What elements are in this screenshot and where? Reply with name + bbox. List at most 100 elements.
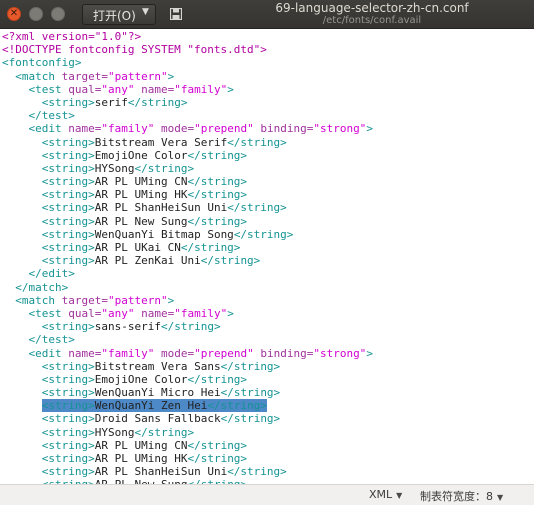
code-token: <?xml version="1.0"?> xyxy=(2,30,142,43)
code-token: <edit xyxy=(28,346,69,360)
code-token: <string> xyxy=(41,438,95,452)
code-token: <!DOCTYPE fontconfig SYSTEM "fonts.dtd"> xyxy=(2,43,267,57)
code-token: WenQuanYi Micro Hei xyxy=(94,386,221,400)
code-token: <string> xyxy=(41,175,95,189)
code-line[interactable]: </edit> xyxy=(2,267,373,280)
close-button[interactable]: ✕ xyxy=(7,7,21,21)
code-line[interactable]: <string>sans-serif</string> xyxy=(2,320,373,333)
code-line[interactable]: <string>EmojiOne Color</string> xyxy=(2,373,373,386)
code-line[interactable]: <edit name="family" mode="prepend" bindi… xyxy=(2,122,373,135)
code-token: qual= xyxy=(68,306,102,320)
open-button[interactable]: 打开(O) ▼ xyxy=(82,4,156,25)
code-line[interactable]: <string>AR PL ZenKai Uni</string> xyxy=(2,254,373,267)
code-line[interactable]: </match> xyxy=(2,281,373,294)
code-view[interactable]: <?xml version="1.0"?> <!DOCTYPE fontconfi… xyxy=(2,30,373,484)
code-token: <string> xyxy=(41,188,95,202)
code-line[interactable]: <string>WenQuanYi Micro Hei</string> xyxy=(2,386,373,399)
code-line[interactable]: <string>AR PL ShanHeiSun Uni</string> xyxy=(2,465,373,478)
code-line[interactable]: <!DOCTYPE fontconfig SYSTEM "fonts.dtd"> xyxy=(2,43,373,56)
code-token: HYSong xyxy=(94,161,135,175)
code-token: <string> xyxy=(41,135,95,149)
caret-down-icon: ▼ xyxy=(497,493,504,502)
code-line[interactable]: <string>AR PL ShanHeiSun Uni</string> xyxy=(2,201,373,214)
code-line[interactable]: </test> xyxy=(2,333,373,346)
code-token: </string> xyxy=(134,425,195,439)
code-line[interactable]: <string>WenQuanYi Zen Hei</string> xyxy=(2,399,373,413)
code-line[interactable]: <string>HYSong</string> xyxy=(2,426,373,439)
code-line[interactable]: <string>serif</string> xyxy=(2,96,373,109)
maximize-button[interactable] xyxy=(51,7,65,21)
code-token: name= xyxy=(68,122,102,136)
language-selector[interactable]: XML ▼ xyxy=(369,488,402,501)
code-line[interactable]: <fontconfig> xyxy=(2,56,373,69)
code-line[interactable]: <edit name="family" mode="prepend" bindi… xyxy=(2,347,373,360)
code-token: </string> xyxy=(227,201,287,215)
code-token: HYSong xyxy=(94,425,135,439)
tab-width-selector[interactable]: 制表符宽度：8 ▼ xyxy=(420,488,503,504)
code-token: <string> xyxy=(41,227,95,241)
code-token: > xyxy=(366,122,373,136)
code-token: </test> xyxy=(28,109,75,123)
code-token: mode= xyxy=(160,346,195,360)
code-token: > xyxy=(366,346,373,360)
code-line[interactable]: <match target="pattern"> xyxy=(2,70,373,83)
code-token: <string> xyxy=(41,386,95,400)
code-token: </string> xyxy=(233,227,294,241)
code-line[interactable]: <string>AR PL UKai CN</string> xyxy=(2,241,373,254)
code-line[interactable]: <?xml version="1.0"?> xyxy=(2,30,373,43)
caret-down-icon: ▼ xyxy=(396,491,403,500)
code-token: "family" xyxy=(101,346,155,360)
code-line[interactable]: <string>AR PL UMing CN</string> xyxy=(2,439,373,452)
code-token: </test> xyxy=(28,333,75,347)
code-token: </string> xyxy=(187,148,248,162)
code-line[interactable]: <string>Bitstream Vera Serif</string> xyxy=(2,136,373,149)
save-icon[interactable] xyxy=(170,8,182,20)
minimize-button[interactable] xyxy=(29,7,43,21)
code-line[interactable]: <string>AR PL UMing HK</string> xyxy=(2,188,373,201)
code-line[interactable]: <test qual="any" name="family"> xyxy=(2,83,373,96)
code-token: "family" xyxy=(174,306,228,320)
code-token: </string> xyxy=(127,95,188,109)
code-token: </string> xyxy=(187,452,248,465)
code-line[interactable]: <string>Droid Sans Fallback</string> xyxy=(2,412,373,425)
code-token: AR PL UKai CN xyxy=(94,241,181,254)
code-token: <string> xyxy=(41,254,95,268)
text-editor[interactable]: <?xml version="1.0"?> <!DOCTYPE fontconfi… xyxy=(0,29,534,484)
code-line[interactable]: <string>AR PL New Sung</string> xyxy=(2,215,373,228)
code-token: "strong" xyxy=(313,122,367,136)
code-line[interactable]: <string>AR PL UMing HK</string> xyxy=(2,452,373,465)
code-line[interactable]: <string>WenQuanYi Bitmap Song</string> xyxy=(2,228,373,241)
code-token: </string> xyxy=(180,241,241,254)
code-token: </string> xyxy=(220,386,281,400)
code-line[interactable]: <match target="pattern"> xyxy=(2,294,373,307)
code-token: name= xyxy=(68,346,102,360)
code-line[interactable]: </test> xyxy=(2,109,373,122)
code-token: EmojiOne Color xyxy=(94,148,188,162)
code-line[interactable]: <test qual="any" name="family"> xyxy=(2,307,373,320)
code-token: </string> xyxy=(187,188,248,202)
code-line[interactable]: <string>Bitstream Vera Sans</string> xyxy=(2,360,373,373)
code-line[interactable]: <string>EmojiOne Color</string> xyxy=(2,149,373,162)
code-token: AR PL UMing HK xyxy=(94,452,188,465)
code-token: </string> xyxy=(227,465,287,479)
code-token: > xyxy=(167,69,175,83)
code-token: </edit> xyxy=(28,267,75,281)
code-line[interactable]: <string>HYSong</string> xyxy=(2,162,373,175)
code-token: mode= xyxy=(160,122,195,136)
code-line[interactable]: <string>AR PL UMing CN</string> xyxy=(2,175,373,188)
